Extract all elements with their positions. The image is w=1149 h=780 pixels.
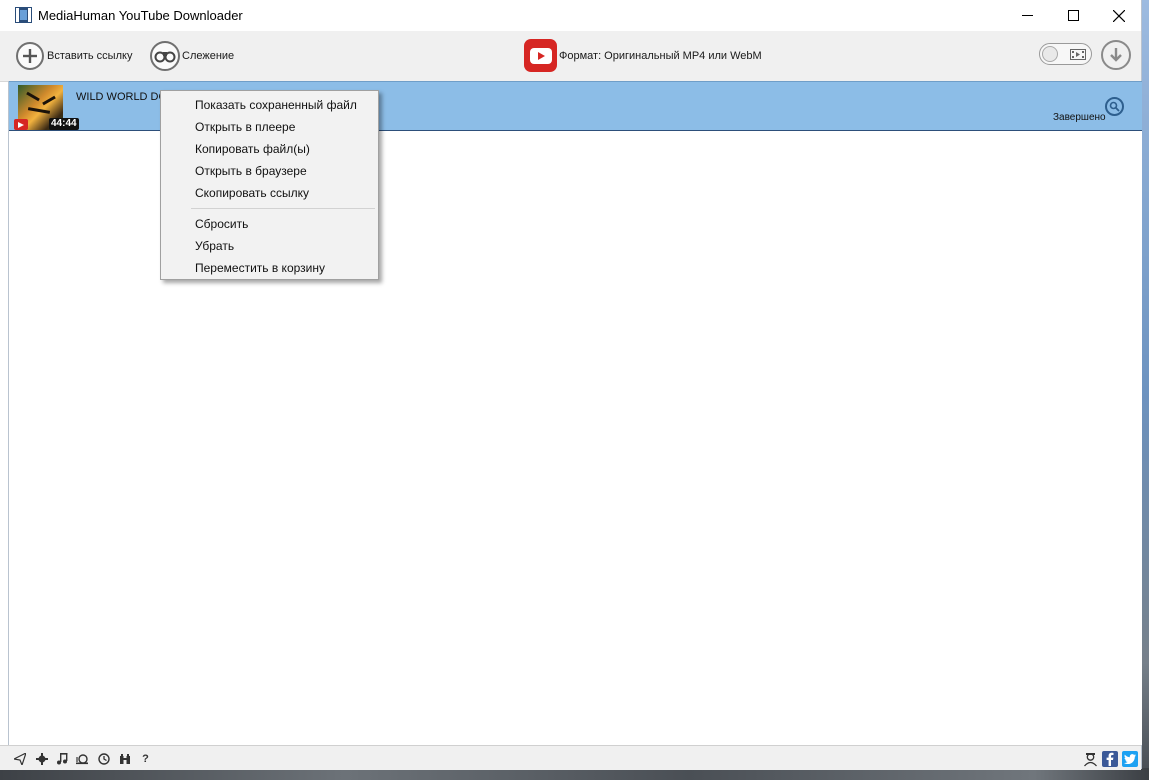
download-arrow-icon [1110,48,1122,62]
status-bar: ? [0,745,1141,770]
gear-icon[interactable] [35,752,48,765]
menu-reset[interactable]: Сбросить [195,217,248,231]
maximize-icon [1067,10,1079,21]
app-logo-icon [15,7,32,23]
tracking-button[interactable]: Слежение [150,41,234,71]
music-note-icon[interactable] [55,752,68,765]
binoculars-icon [150,41,180,71]
paste-link-button[interactable]: Вставить ссылку [16,42,132,70]
magnifier-icon [1109,101,1120,112]
show-file-button[interactable] [1105,97,1124,116]
toggle-knob [1042,46,1058,62]
menu-move-to-trash[interactable]: Переместить в корзину [195,261,325,275]
snail-icon[interactable] [76,752,89,765]
send-icon[interactable] [13,752,26,765]
minimize-icon [1021,15,1033,16]
youtube-icon [524,39,557,72]
start-download-button[interactable] [1101,40,1131,70]
paste-link-label: Вставить ссылку [47,50,133,62]
film-icon [1070,49,1086,60]
clock-icon[interactable] [97,752,110,765]
plus-icon [16,42,44,70]
menu-copy-link[interactable]: Скопировать ссылку [195,186,309,200]
video-mode-toggle[interactable] [1039,43,1092,65]
minimize-button[interactable] [1004,0,1050,31]
user-icon[interactable] [1082,751,1098,767]
binoculars-small-icon[interactable] [118,752,131,765]
context-menu: Показать сохраненный файл Открыть в плее… [160,90,379,280]
video-title: WILD WORLD DO [76,91,168,103]
menu-open-in-player[interactable]: Открыть в плеере [195,120,295,134]
format-selector[interactable]: Формат: Оригинальный MP4 или WebM [524,39,762,72]
help-button[interactable]: ? [139,752,152,765]
app-window: MediaHuman YouTube Downloader Вставить с… [0,0,1142,770]
video-duration: 44:44 [49,118,79,130]
facebook-icon[interactable] [1102,751,1118,767]
download-status: Завершено [1053,112,1106,123]
menu-copy-files[interactable]: Копировать файл(ы) [195,142,310,156]
youtube-source-icon [14,119,28,130]
menu-separator [191,208,375,209]
close-button[interactable] [1096,0,1142,31]
menu-remove[interactable]: Убрать [195,239,234,253]
tracking-label: Слежение [182,50,235,62]
menu-show-saved-file[interactable]: Показать сохраненный файл [195,98,357,112]
twitter-icon[interactable] [1122,751,1138,767]
window-title: MediaHuman YouTube Downloader [38,8,243,23]
format-label: Формат: Оригинальный MP4 или WebM [559,49,762,62]
menu-open-in-browser[interactable]: Открыть в браузере [195,164,307,178]
close-icon [1113,9,1125,22]
title-bar: MediaHuman YouTube Downloader [0,0,1141,31]
toolbar: Вставить ссылку Слежение Формат: Оригина… [0,31,1141,82]
maximize-button[interactable] [1050,0,1096,31]
